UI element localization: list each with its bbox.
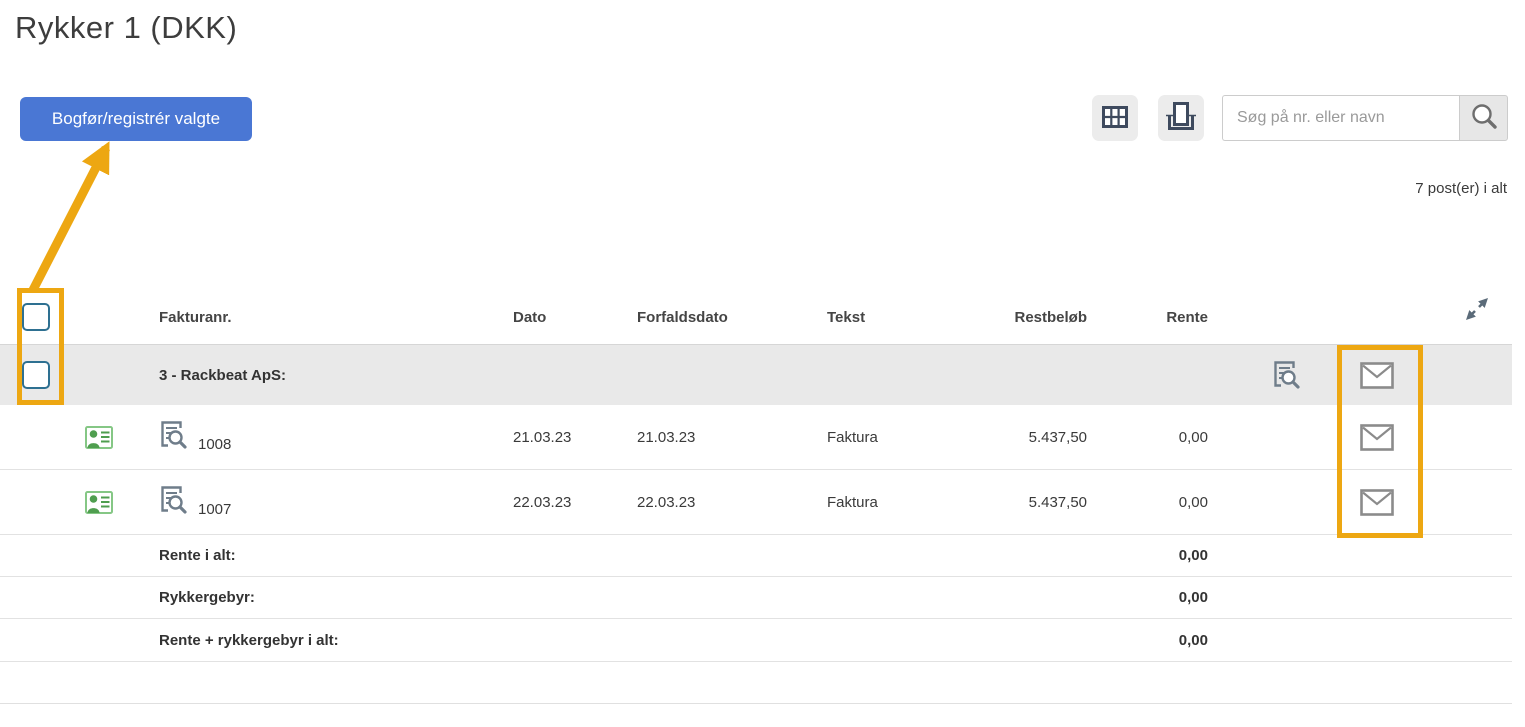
summary-value: 0,00 xyxy=(1080,577,1208,618)
column-header-rente: Rente xyxy=(1080,290,1208,344)
print-icon xyxy=(1165,102,1197,135)
column-header-tekst: Tekst xyxy=(827,290,865,344)
annotation-arrow xyxy=(0,128,160,298)
customer-group-label: 3 - Rackbeat ApS: xyxy=(159,345,286,405)
print-button[interactable] xyxy=(1158,95,1204,141)
summary-row: Rente + rykkergebyr i alt: 0,00 xyxy=(0,619,1512,662)
summary-value: 0,00 xyxy=(1080,619,1208,661)
document-search-icon[interactable] xyxy=(159,485,187,519)
search-input[interactable] xyxy=(1222,95,1459,141)
empty-row xyxy=(0,662,1512,704)
table-header-row: Fakturanr. Dato Forfaldsdato Tekst Restb… xyxy=(0,290,1512,344)
contact-card-icon[interactable] xyxy=(85,405,113,469)
document-search-icon[interactable] xyxy=(159,420,187,454)
reminders-table: Fakturanr. Dato Forfaldsdato Tekst Restb… xyxy=(0,290,1512,704)
reminders-page: Rykker 1 (DKK) Bogfør/registrér valgte xyxy=(0,0,1525,727)
group-select-checkbox[interactable] xyxy=(22,361,50,389)
summary-value: 0,00 xyxy=(1080,535,1208,576)
invoice-date: 21.03.23 xyxy=(513,405,571,469)
summary-label: Rente i alt: xyxy=(159,535,236,576)
customer-group-row: 3 - Rackbeat ApS: xyxy=(0,344,1512,405)
envelope-icon[interactable] xyxy=(1360,405,1394,469)
invoice-remaining-amount: 5.437,50 xyxy=(950,470,1087,534)
summary-label: Rente + rykkergebyr i alt: xyxy=(159,619,339,661)
invoice-interest: 0,00 xyxy=(1080,470,1208,534)
column-header-fakturanr: Fakturanr. xyxy=(159,290,232,344)
search-button[interactable] xyxy=(1459,95,1508,141)
invoice-interest: 0,00 xyxy=(1080,405,1208,469)
records-count: 7 post(er) i alt xyxy=(1415,180,1507,197)
envelope-icon[interactable] xyxy=(1360,470,1394,534)
summary-row: Rente i alt: 0,00 xyxy=(0,535,1512,577)
table-grid-icon xyxy=(1102,106,1128,131)
search-icon xyxy=(1469,102,1499,135)
column-header-restbeloeb: Restbeløb xyxy=(950,290,1087,344)
summary-label: Rykkergebyr: xyxy=(159,577,255,618)
table-row: 1008 21.03.23 21.03.23 Faktura 5.437,50 … xyxy=(0,405,1512,470)
page-title: Rykker 1 (DKK) xyxy=(15,10,237,46)
invoice-number: 1008 xyxy=(198,436,231,453)
summary-row: Rykkergebyr: 0,00 xyxy=(0,577,1512,619)
invoice-text: Faktura xyxy=(827,405,878,469)
column-header-dato: Dato xyxy=(513,290,546,344)
invoice-number: 1007 xyxy=(198,501,231,518)
document-search-icon[interactable] xyxy=(1272,345,1300,405)
invoice-due-date: 21.03.23 xyxy=(637,405,695,469)
select-all-checkbox[interactable] xyxy=(22,303,50,331)
column-header-forfaldsdato: Forfaldsdato xyxy=(637,290,728,344)
invoice-due-date: 22.03.23 xyxy=(637,470,695,534)
post-register-selected-button[interactable]: Bogfør/registrér valgte xyxy=(20,97,252,141)
contact-card-icon[interactable] xyxy=(85,470,113,534)
invoice-text: Faktura xyxy=(827,470,878,534)
search-group xyxy=(1222,95,1508,141)
invoice-remaining-amount: 5.437,50 xyxy=(950,405,1087,469)
envelope-icon[interactable] xyxy=(1360,345,1394,405)
invoice-date: 22.03.23 xyxy=(513,470,571,534)
table-layout-button[interactable] xyxy=(1092,95,1138,141)
table-row: 1007 22.03.23 22.03.23 Faktura 5.437,50 … xyxy=(0,470,1512,535)
expand-table-icon[interactable] xyxy=(1462,292,1492,326)
